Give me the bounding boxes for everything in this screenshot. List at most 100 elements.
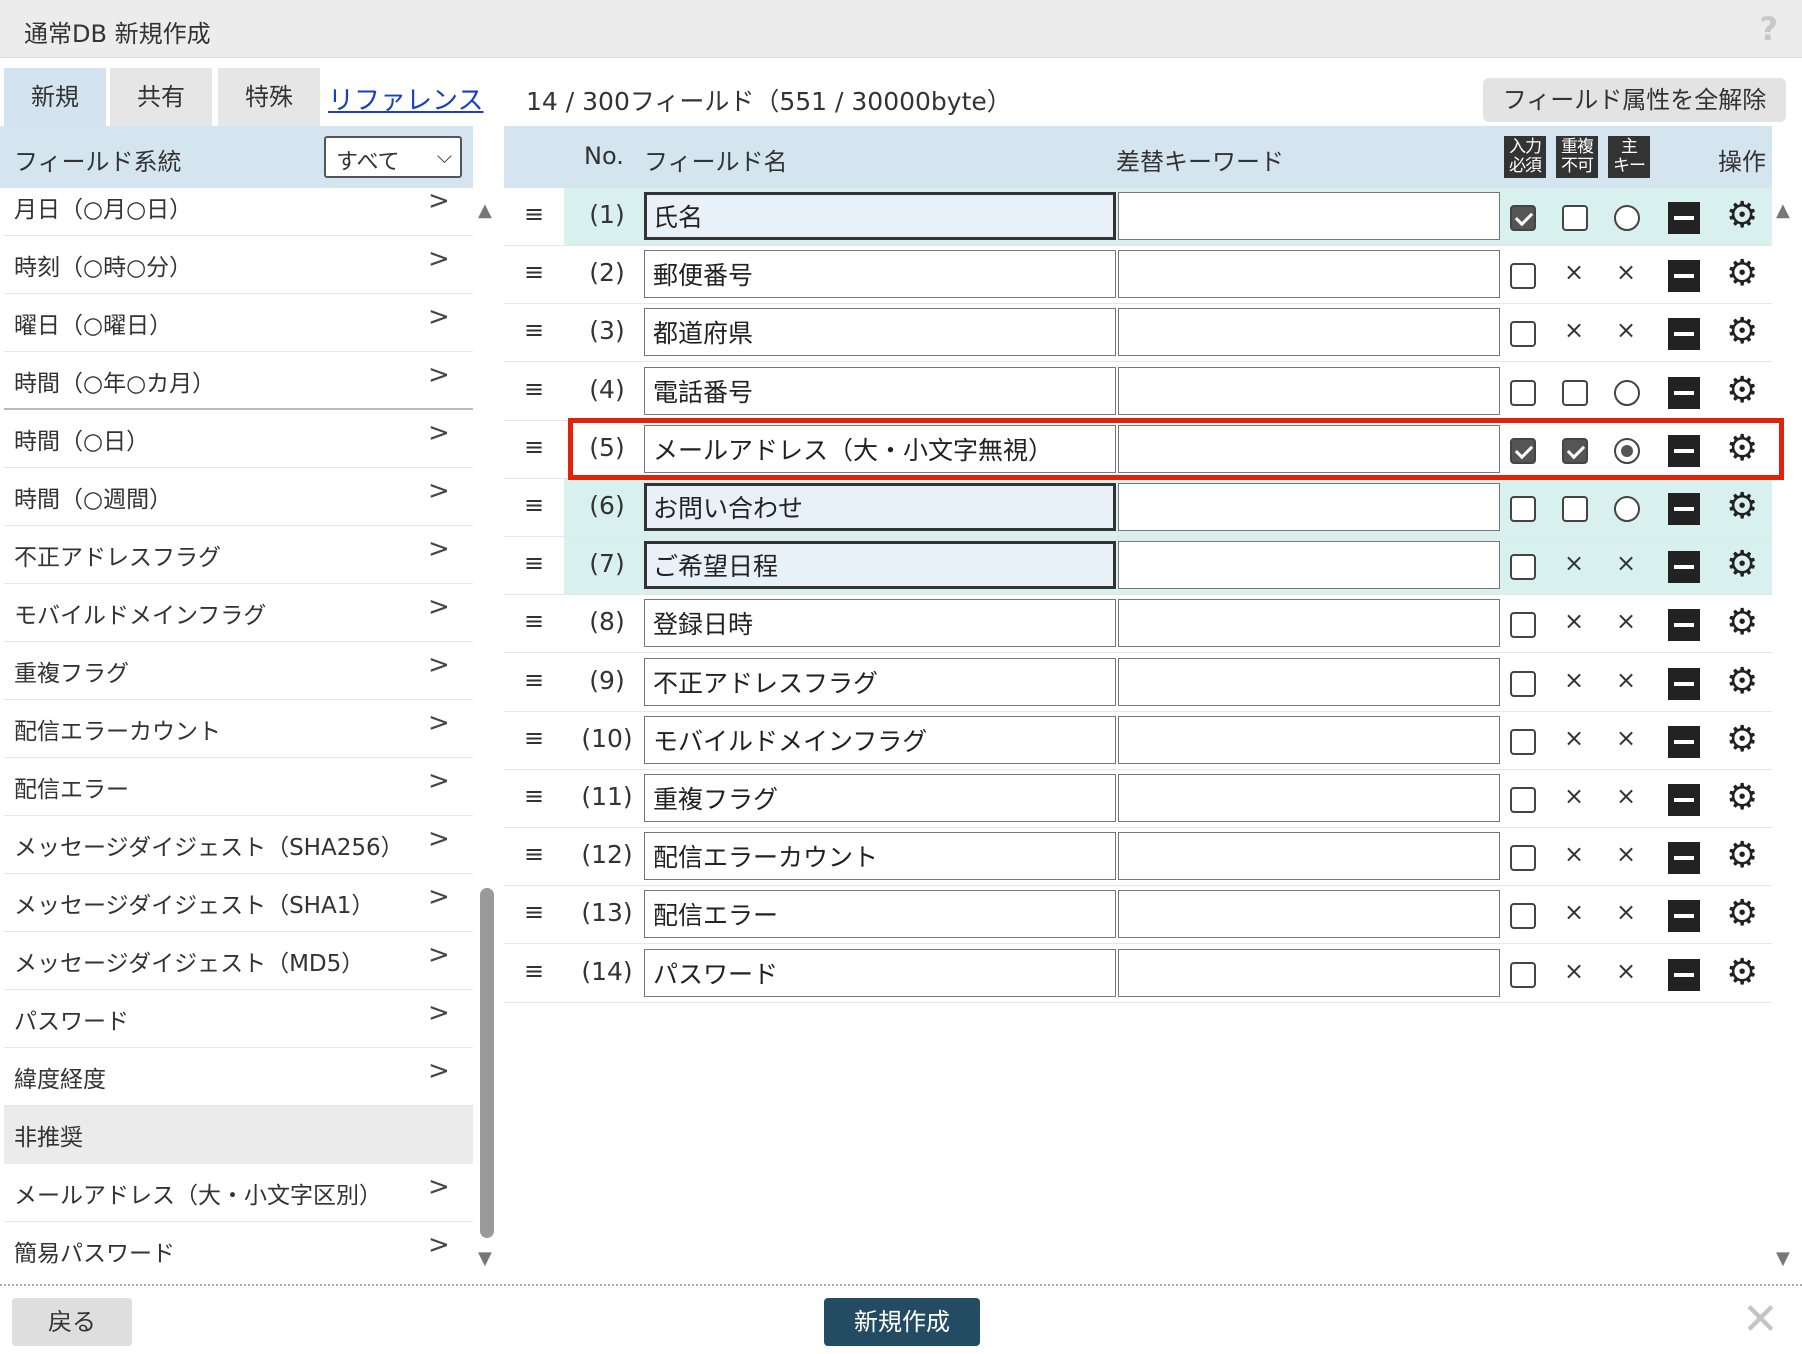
required-checkbox[interactable] (1510, 845, 1536, 871)
category-item[interactable]: 時間（○週間） > (4, 468, 473, 526)
drag-handle-icon[interactable]: ≡ (524, 433, 544, 461)
gear-icon[interactable]: ⚙ (1726, 196, 1758, 236)
gear-icon[interactable]: ⚙ (1726, 429, 1758, 469)
category-item[interactable]: モバイルドメインフラグ > (4, 584, 473, 642)
category-item[interactable]: メッセージダイジェスト（SHA256） > (4, 816, 473, 874)
unique-checkbox[interactable] (1562, 380, 1588, 406)
drag-handle-icon[interactable]: ≡ (524, 840, 544, 868)
drag-handle-icon[interactable]: ≡ (524, 724, 544, 752)
unique-checkbox[interactable] (1562, 496, 1588, 522)
gear-icon[interactable]: ⚙ (1726, 894, 1758, 934)
gear-icon[interactable]: ⚙ (1726, 487, 1758, 527)
drag-handle-icon[interactable]: ≡ (524, 375, 544, 403)
required-checkbox[interactable] (1510, 205, 1536, 231)
required-checkbox[interactable] (1510, 729, 1536, 755)
category-item[interactable]: 月日（○月○日） > (4, 188, 473, 236)
right-scrollbar[interactable]: ▲ ▼ (1774, 200, 1798, 1270)
keyword-input[interactable] (1118, 832, 1500, 880)
remove-field-icon[interactable] (1668, 551, 1700, 583)
required-checkbox[interactable] (1510, 671, 1536, 697)
category-item[interactable]: メールアドレス（大・小文字区別） > (4, 1164, 473, 1222)
required-checkbox[interactable] (1510, 438, 1536, 464)
field-name-input[interactable] (644, 250, 1116, 298)
category-item[interactable]: 時刻（○時○分） > (4, 236, 473, 294)
unique-checkbox[interactable] (1562, 205, 1588, 231)
drag-handle-icon[interactable]: ≡ (524, 782, 544, 810)
required-checkbox[interactable] (1510, 962, 1536, 988)
drag-handle-icon[interactable]: ≡ (524, 491, 544, 519)
remove-field-icon[interactable] (1668, 842, 1700, 874)
drag-handle-icon[interactable]: ≡ (524, 666, 544, 694)
category-item[interactable]: 不正アドレスフラグ > (4, 526, 473, 584)
remove-field-icon[interactable] (1668, 435, 1700, 467)
remove-field-icon[interactable] (1668, 202, 1700, 234)
gear-icon[interactable]: ⚙ (1726, 371, 1758, 411)
gear-icon[interactable]: ⚙ (1726, 545, 1758, 585)
drag-handle-icon[interactable]: ≡ (524, 957, 544, 985)
remove-field-icon[interactable] (1668, 493, 1700, 525)
category-item[interactable]: メッセージダイジェスト（SHA1） > (4, 874, 473, 932)
gear-icon[interactable]: ⚙ (1726, 953, 1758, 993)
tab-new[interactable]: 新規 (4, 68, 106, 126)
required-checkbox[interactable] (1510, 321, 1536, 347)
remove-field-icon[interactable] (1668, 900, 1700, 932)
keyword-input[interactable] (1118, 774, 1500, 822)
keyword-input[interactable] (1118, 541, 1500, 589)
required-checkbox[interactable] (1510, 787, 1536, 813)
gear-icon[interactable]: ⚙ (1726, 778, 1758, 818)
required-checkbox[interactable] (1510, 612, 1536, 638)
field-name-input[interactable] (644, 599, 1116, 647)
category-item[interactable]: 配信エラー > (4, 758, 473, 816)
scroll-up-icon[interactable]: ▲ (1776, 200, 1790, 221)
required-checkbox[interactable] (1510, 903, 1536, 929)
keyword-input[interactable] (1118, 192, 1500, 240)
create-button[interactable]: 新規作成 (824, 1298, 980, 1346)
category-item[interactable]: 曜日（○曜日） > (4, 294, 473, 352)
gear-icon[interactable]: ⚙ (1726, 603, 1758, 643)
scroll-down-icon[interactable]: ▼ (1776, 1248, 1790, 1269)
tab-shared[interactable]: 共有 (110, 68, 212, 126)
gear-icon[interactable]: ⚙ (1726, 254, 1758, 294)
primary-key-radio[interactable] (1614, 205, 1640, 231)
tab-special[interactable]: 特殊 (218, 68, 320, 126)
unique-checkbox[interactable] (1562, 438, 1588, 464)
remove-field-icon[interactable] (1668, 318, 1700, 350)
drag-handle-icon[interactable]: ≡ (524, 316, 544, 344)
field-name-input[interactable] (644, 716, 1116, 764)
keyword-input[interactable] (1118, 658, 1500, 706)
required-checkbox[interactable] (1510, 554, 1536, 580)
remove-field-icon[interactable] (1668, 377, 1700, 409)
required-checkbox[interactable] (1510, 496, 1536, 522)
remove-field-icon[interactable] (1668, 784, 1700, 816)
gear-icon[interactable]: ⚙ (1726, 720, 1758, 760)
gear-icon[interactable]: ⚙ (1726, 312, 1758, 352)
required-checkbox[interactable] (1510, 263, 1536, 289)
remove-field-icon[interactable] (1668, 609, 1700, 641)
keyword-input[interactable] (1118, 250, 1500, 298)
keyword-input[interactable] (1118, 599, 1500, 647)
primary-key-radio[interactable] (1614, 380, 1640, 406)
drag-handle-icon[interactable]: ≡ (524, 258, 544, 286)
close-icon[interactable]: ✕ (1742, 1298, 1779, 1342)
required-checkbox[interactable] (1510, 380, 1536, 406)
remove-field-icon[interactable] (1668, 260, 1700, 292)
field-name-input[interactable] (644, 890, 1116, 938)
field-name-input[interactable] (644, 308, 1116, 356)
category-item[interactable]: 時間（○日） > (4, 410, 473, 468)
remove-field-icon[interactable] (1668, 668, 1700, 700)
keyword-input[interactable] (1118, 425, 1500, 473)
clear-field-attributes-button[interactable]: フィールド属性を全解除 (1483, 78, 1786, 122)
drag-handle-icon[interactable]: ≡ (524, 200, 544, 228)
scroll-up-icon[interactable]: ▲ (478, 200, 492, 221)
field-name-input[interactable] (644, 774, 1116, 822)
gear-icon[interactable]: ⚙ (1726, 662, 1758, 702)
remove-field-icon[interactable] (1668, 726, 1700, 758)
field-name-input[interactable] (644, 832, 1116, 880)
category-item[interactable]: 緯度経度 > (4, 1048, 473, 1106)
drag-handle-icon[interactable]: ≡ (524, 898, 544, 926)
scroll-down-icon[interactable]: ▼ (478, 1248, 492, 1269)
field-name-input[interactable] (644, 367, 1116, 415)
drag-handle-icon[interactable]: ≡ (524, 607, 544, 635)
primary-key-radio[interactable] (1614, 496, 1640, 522)
category-filter-select[interactable]: すべて ⌵ (324, 136, 462, 178)
